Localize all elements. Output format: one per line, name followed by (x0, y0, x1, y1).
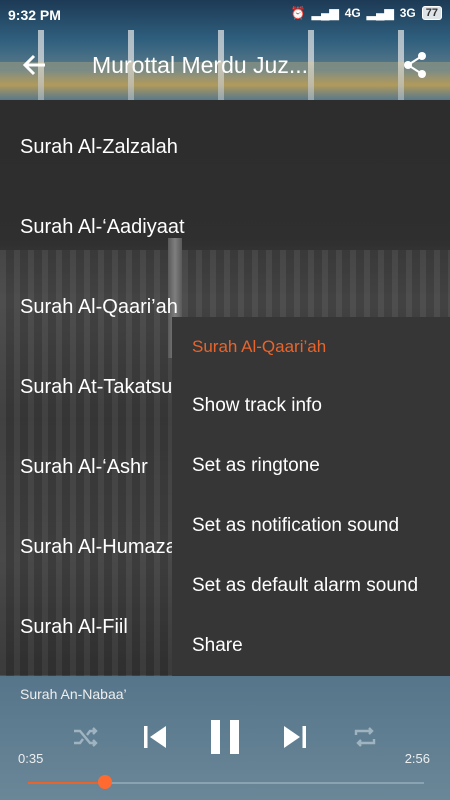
pause-icon[interactable] (209, 718, 241, 761)
list-item[interactable]: Surah At-Takatsur (20, 376, 179, 399)
status-icons: ⏰ ▂▄▆ 4G ▂▄▆ 3G 77 (291, 6, 442, 20)
seek-bar-thumb[interactable] (98, 775, 112, 789)
shuffle-icon[interactable] (72, 724, 98, 755)
status-bar: 9:32 PM ⏰ ▂▄▆ 4G ▂▄▆ 3G 77 (0, 0, 450, 30)
menu-item-set-alarm[interactable]: Set as default alarm sound (192, 575, 418, 597)
menu-header: Surah Al-Qaari’ah (192, 337, 327, 356)
network-label-1: 4G (344, 6, 361, 20)
menu-item-share[interactable]: Share (192, 635, 243, 657)
seek-bar-progress (28, 782, 105, 784)
repeat-icon[interactable] (352, 724, 378, 755)
list-item[interactable]: Surah Al-Qaari’ah (20, 296, 178, 319)
alarm-icon: ⏰ (290, 6, 306, 20)
back-arrow-icon[interactable] (20, 50, 50, 80)
menu-item-set-ringtone[interactable]: Set as ringtone (192, 455, 320, 477)
current-time: 0:35 (18, 751, 44, 766)
app-header: 9:32 PM ⏰ ▂▄▆ 4G ▂▄▆ 3G 77 Murottal Merd… (0, 0, 450, 100)
list-item[interactable]: Surah Al-‘Aadiyaat (20, 216, 185, 239)
next-icon[interactable] (282, 723, 308, 756)
previous-icon[interactable] (142, 723, 168, 756)
track-duration: 2:56 (404, 751, 430, 766)
menu-item-show-track-info[interactable]: Show track info (192, 395, 322, 417)
list-item[interactable]: Surah Al-Fiil (20, 616, 128, 639)
player-bar: Surah An-Nabaa’ 0:35 2:56 (0, 676, 450, 800)
signal-icon: ▂▄▆ (311, 6, 339, 20)
context-menu: Surah Al-Qaari’ah Show track info Set as… (172, 317, 450, 677)
list-item[interactable]: Surah Al-Humazah (20, 536, 188, 559)
battery-icon: 77 (421, 6, 442, 20)
list-item[interactable]: Surah Al-‘Ashr (20, 456, 148, 479)
status-time: 9:32 PM (8, 7, 61, 23)
list-item[interactable]: Surah Al-Zalzalah (20, 136, 178, 159)
share-icon[interactable] (400, 50, 430, 80)
menu-item-set-notification[interactable]: Set as notification sound (192, 515, 399, 537)
signal-icon-2: ▂▄▆ (366, 6, 394, 20)
network-label-2: 3G (399, 6, 416, 20)
page-title: Murottal Merdu Juz... (92, 52, 309, 78)
now-playing-title: Surah An-Nabaa’ (20, 686, 127, 702)
